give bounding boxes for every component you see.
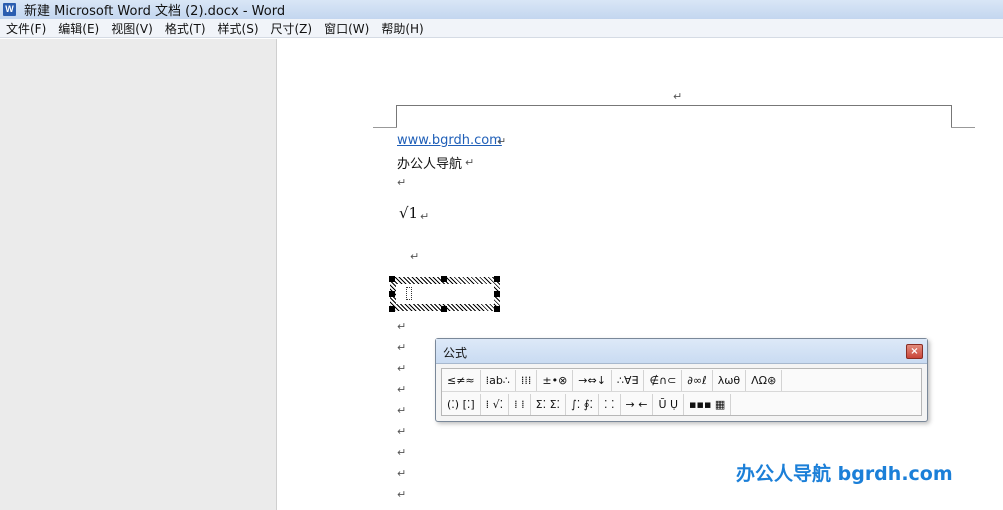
sqrt-equation[interactable]: √1	[399, 204, 418, 222]
resize-handle-bottom-right[interactable]	[494, 306, 500, 312]
menu-size[interactable]: 尺寸(Z)	[265, 20, 319, 37]
menu-window[interactable]: 窗口(W)	[318, 20, 375, 37]
menu-bar: 文件(F) 编辑(E) 视图(V) 格式(T) 样式(S) 尺寸(Z) 窗口(W…	[0, 19, 1003, 38]
products-set-template-button[interactable]: Ū Ụ	[653, 394, 685, 415]
logic-palette-button[interactable]: ∴∀∃	[612, 369, 645, 391]
relations-palette-button[interactable]: ≤≠≈	[442, 369, 481, 391]
fences-template-button[interactable]: (⁚) [⁚]	[442, 394, 481, 415]
paragraph-mark: ↵	[397, 341, 407, 354]
set-theory-palette-button[interactable]: ∉∩⊂	[644, 369, 683, 391]
underbar-overbar-template-button[interactable]: ⁚ ⁚	[599, 394, 621, 415]
paragraph-mark: ↵	[397, 320, 407, 333]
menu-view[interactable]: 视图(V)	[105, 20, 159, 37]
labeled-arrow-template-button[interactable]: → ←	[621, 394, 654, 415]
paragraph-mark: ↵	[397, 176, 407, 189]
margin-mark-left	[373, 127, 397, 128]
navigation-pane	[0, 39, 277, 510]
menu-file[interactable]: 文件(F)	[0, 20, 52, 37]
spaces-ellipses-palette-button[interactable]: ⁞ab∴	[481, 369, 516, 391]
paragraph-mark: ↵	[420, 210, 430, 223]
menu-help[interactable]: 帮助(H)	[375, 20, 429, 37]
symbol-palette-row-1: ≤≠≈ ⁞ab∴ ⁞⁞⁞ ±•⊗ →⇔↓ ∴∀∃ ∉∩⊂ ∂∞ℓ λωθ ΛΩ⊛	[442, 369, 921, 392]
header-border	[396, 105, 952, 106]
fraction-radical-template-button[interactable]: ⁞ √⁚	[481, 394, 510, 415]
title-bar: W 新建 Microsoft Word 文档 (2).docx - Word	[0, 0, 1003, 19]
resize-handle-right[interactable]	[494, 291, 500, 297]
word-app-icon[interactable]: W	[3, 3, 16, 16]
margin-mark-right	[951, 127, 975, 128]
resize-handle-bottom[interactable]	[441, 306, 447, 312]
paragraph-mark: ↵	[397, 362, 407, 375]
header-corner-right	[951, 105, 952, 127]
symbol-palette-row-2: (⁚) [⁚] ⁞ √⁚ ⁞ ⁞ Σ⁚ Σ⁚ ∫⁚ ∮⁚ ⁚ ⁚ → ← Ū Ụ…	[442, 393, 921, 416]
document-link[interactable]: www.bgrdh.com	[397, 133, 502, 148]
formula-toolbar-window[interactable]: 公式 × ≤≠≈ ⁞ab∴ ⁞⁞⁞ ±•⊗ →⇔↓ ∴∀∃ ∉∩⊂ ∂∞ℓ λω…	[435, 338, 928, 422]
menu-style[interactable]: 样式(S)	[212, 20, 265, 37]
resize-handle-top[interactable]	[441, 276, 447, 282]
menu-format[interactable]: 格式(T)	[159, 20, 212, 37]
paragraph-mark: ↵	[397, 383, 407, 396]
document-text-line: 办公人导航	[397, 157, 463, 172]
window-title: 新建 Microsoft Word 文档 (2).docx - Word	[24, 4, 286, 19]
paragraph-mark: ↵	[497, 135, 507, 148]
equation-edit-area[interactable]	[396, 284, 494, 304]
subscript-superscript-template-button[interactable]: ⁞ ⁞	[509, 394, 531, 415]
matrix-template-button[interactable]: ▪▪▪ ▦	[684, 394, 732, 415]
header-corner-left	[396, 105, 397, 127]
header-paragraph-mark: ↵	[673, 90, 683, 103]
formula-toolbar-title: 公式	[443, 346, 468, 360]
paragraph-mark: ↵	[397, 404, 407, 417]
site-watermark: 办公人导航 bgrdh.com	[736, 463, 953, 485]
document-page[interactable]: ↵ www.bgrdh.com ↵ 办公人导航 ↵ ↵ √1 ↵ ↵ ↵ ↵ ↵…	[278, 39, 1003, 510]
arrows-palette-button[interactable]: →⇔↓	[573, 369, 612, 391]
greek-lowercase-palette-button[interactable]: λωθ	[713, 369, 747, 391]
greek-uppercase-palette-button[interactable]: ΛΩ⊛	[746, 369, 783, 391]
menu-edit[interactable]: 编辑(E)	[52, 20, 105, 37]
integral-template-button[interactable]: ∫⁚ ∮⁚	[566, 394, 599, 415]
misc-symbols-palette-button[interactable]: ∂∞ℓ	[682, 369, 713, 391]
equation-placeholder-slot[interactable]	[406, 287, 412, 300]
paragraph-mark: ↵	[397, 467, 407, 480]
paragraph-mark: ↵	[397, 446, 407, 459]
paragraph-mark: ↵	[410, 250, 420, 263]
operators-palette-button[interactable]: ±•⊗	[537, 369, 574, 391]
symbol-palette: ≤≠≈ ⁞ab∴ ⁞⁞⁞ ±•⊗ →⇔↓ ∴∀∃ ∉∩⊂ ∂∞ℓ λωθ ΛΩ⊛…	[441, 368, 922, 416]
resize-handle-top-left[interactable]	[389, 276, 395, 282]
embellishments-palette-button[interactable]: ⁞⁞⁞	[516, 369, 538, 391]
resize-handle-bottom-left[interactable]	[389, 306, 395, 312]
resize-handle-top-right[interactable]	[494, 276, 500, 282]
formula-toolbar-titlebar[interactable]: 公式 ×	[436, 339, 927, 364]
paragraph-mark: ↵	[397, 425, 407, 438]
word-window: W 新建 Microsoft Word 文档 (2).docx - Word 文…	[0, 0, 1003, 510]
summation-template-button[interactable]: Σ⁚ Σ⁚	[531, 394, 567, 415]
resize-handle-left[interactable]	[389, 291, 395, 297]
paragraph-mark: ↵	[397, 488, 407, 501]
close-icon[interactable]: ×	[906, 344, 923, 359]
paragraph-mark: ↵	[465, 156, 475, 169]
